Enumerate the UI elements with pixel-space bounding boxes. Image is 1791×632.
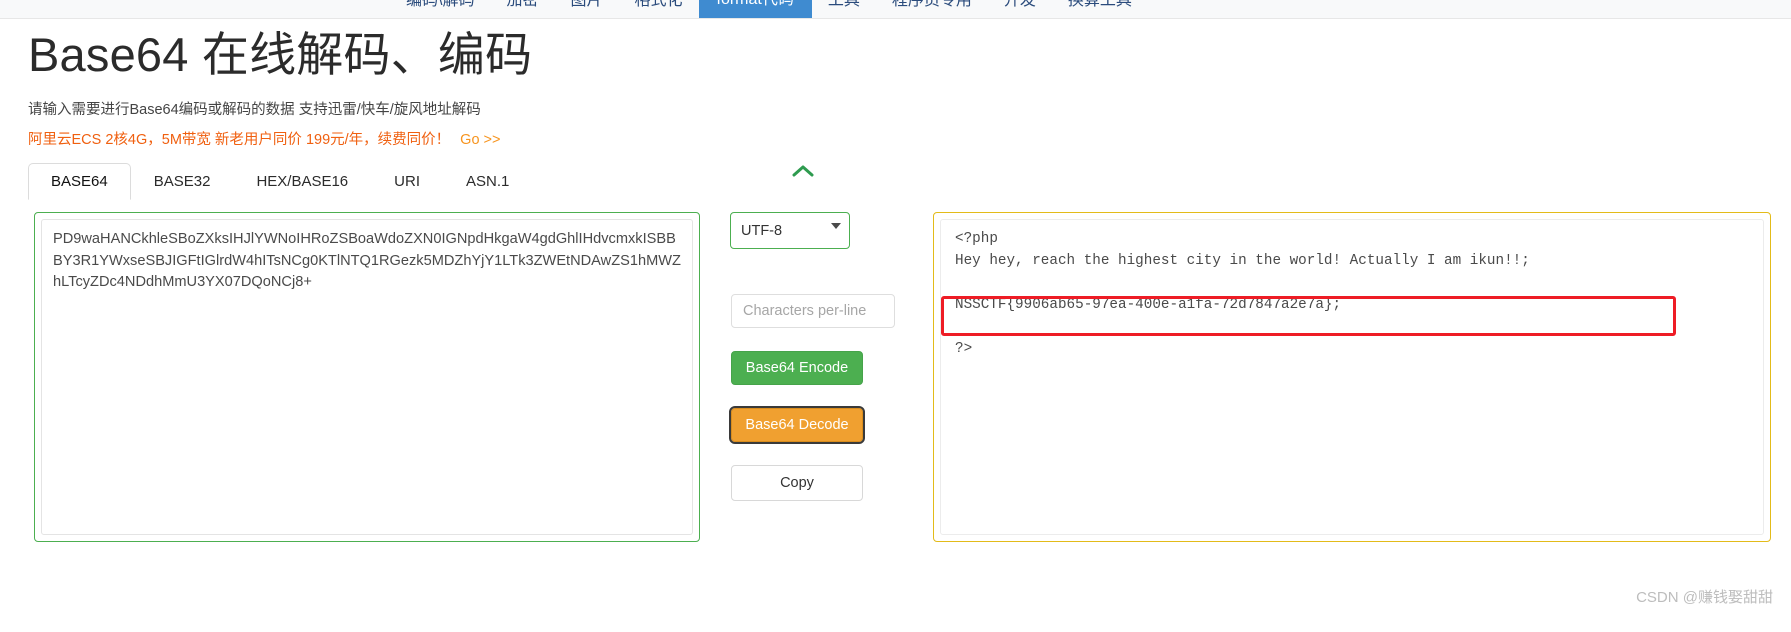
tab-base32[interactable]: BASE32	[131, 163, 234, 200]
nav-item-8[interactable]: 换算工具	[1052, 0, 1148, 18]
page-header: Base64 在线解码、编码 请输入需要进行Base64编码或解码的数据 支持迅…	[0, 18, 1791, 149]
controls-column: UTF-8 Base64 Encode Base64 Decode Copy	[718, 212, 918, 501]
input-text-value: PD9waHANCkhleSBoZXksIHJlYWNoIHRoZSBoaWdo…	[53, 231, 681, 290]
base64-encode-button[interactable]: Base64 Encode	[731, 351, 863, 385]
page-root: 编码\解码 加密 图片 格式化 format代码 工具 程序员专用 开发 换算工…	[0, 0, 1791, 619]
tab-asn1[interactable]: ASN.1	[443, 163, 532, 200]
nav-item-0[interactable]: 编码\解码	[390, 0, 490, 18]
nav-item-4-active[interactable]: format代码	[698, 0, 812, 18]
nav-item-1[interactable]: 加密	[490, 0, 554, 18]
tab-uri[interactable]: URI	[371, 163, 443, 200]
nav-item-2[interactable]: 图片	[554, 0, 618, 18]
format-tabs: BASE64 BASE32 HEX/BASE16 URI ASN.1	[28, 160, 1768, 200]
page-subtitle: 请输入需要进行Base64编码或解码的数据 支持迅雷/快车/旋风地址解码	[28, 102, 481, 119]
output-line-php-open: <?php	[955, 231, 998, 247]
tab-base64[interactable]: BASE64	[28, 163, 131, 200]
output-line-blank-1	[955, 272, 1749, 294]
nav-item-7[interactable]: 开发	[988, 0, 1052, 18]
promo-banner[interactable]: 阿里云ECS 2核4G，5M带宽 新老用户同价 199元/年，续费同价！ Go >…	[28, 128, 1791, 149]
output-line-flag: NSSCTF{9906ab65-97ea-400e-a1fa-72d7847a2…	[955, 297, 1342, 313]
csdn-watermark: CSDN @赚钱娶甜甜	[1636, 589, 1773, 606]
output-line-message: Hey hey, reach the highest city in the w…	[955, 253, 1530, 269]
nav-item-6[interactable]: 程序员专用	[876, 0, 988, 18]
charset-select-wrapper: UTF-8	[730, 212, 850, 249]
input-panel: PD9waHANCkhleSBoZXksIHJlYWNoIHRoZSBoaWdo…	[34, 212, 700, 542]
promo-go-link[interactable]: Go >>	[460, 132, 500, 148]
main-area: PD9waHANCkhleSBoZXksIHJlYWNoIHRoZSBoaWdo…	[28, 212, 1773, 632]
characters-per-line-input[interactable]	[731, 294, 895, 328]
base64-decode-button[interactable]: Base64 Decode	[729, 406, 865, 444]
chevron-up-icon[interactable]	[790, 158, 816, 184]
nav-item-5[interactable]: 工具	[812, 0, 876, 18]
tab-hex-base16[interactable]: HEX/BASE16	[233, 163, 371, 200]
output-panel: <?php Hey hey, reach the highest city in…	[933, 212, 1771, 542]
format-tabs-list: BASE64 BASE32 HEX/BASE16 URI ASN.1	[28, 160, 1768, 200]
output-line-blank-2	[955, 316, 1749, 338]
top-navigation-bar: 编码\解码 加密 图片 格式化 format代码 工具 程序员专用 开发 换算工…	[0, 0, 1791, 19]
copy-button[interactable]: Copy	[731, 465, 863, 501]
page-title: Base64 在线解码、编码	[28, 28, 533, 81]
output-line-php-close: ?>	[955, 341, 973, 357]
promo-text: 阿里云ECS 2核4G，5M带宽 新老用户同价 199元/年，续费同价！	[28, 132, 451, 149]
charset-select[interactable]: UTF-8	[730, 212, 850, 249]
output-textarea[interactable]: <?php Hey hey, reach the highest city in…	[940, 219, 1764, 535]
input-textarea[interactable]: PD9waHANCkhleSBoZXksIHJlYWNoIHRoZSBoaWdo…	[41, 219, 693, 535]
nav-item-3[interactable]: 格式化	[618, 0, 698, 18]
top-nav-items: 编码\解码 加密 图片 格式化 format代码 工具 程序员专用 开发 换算工…	[390, 0, 1148, 18]
